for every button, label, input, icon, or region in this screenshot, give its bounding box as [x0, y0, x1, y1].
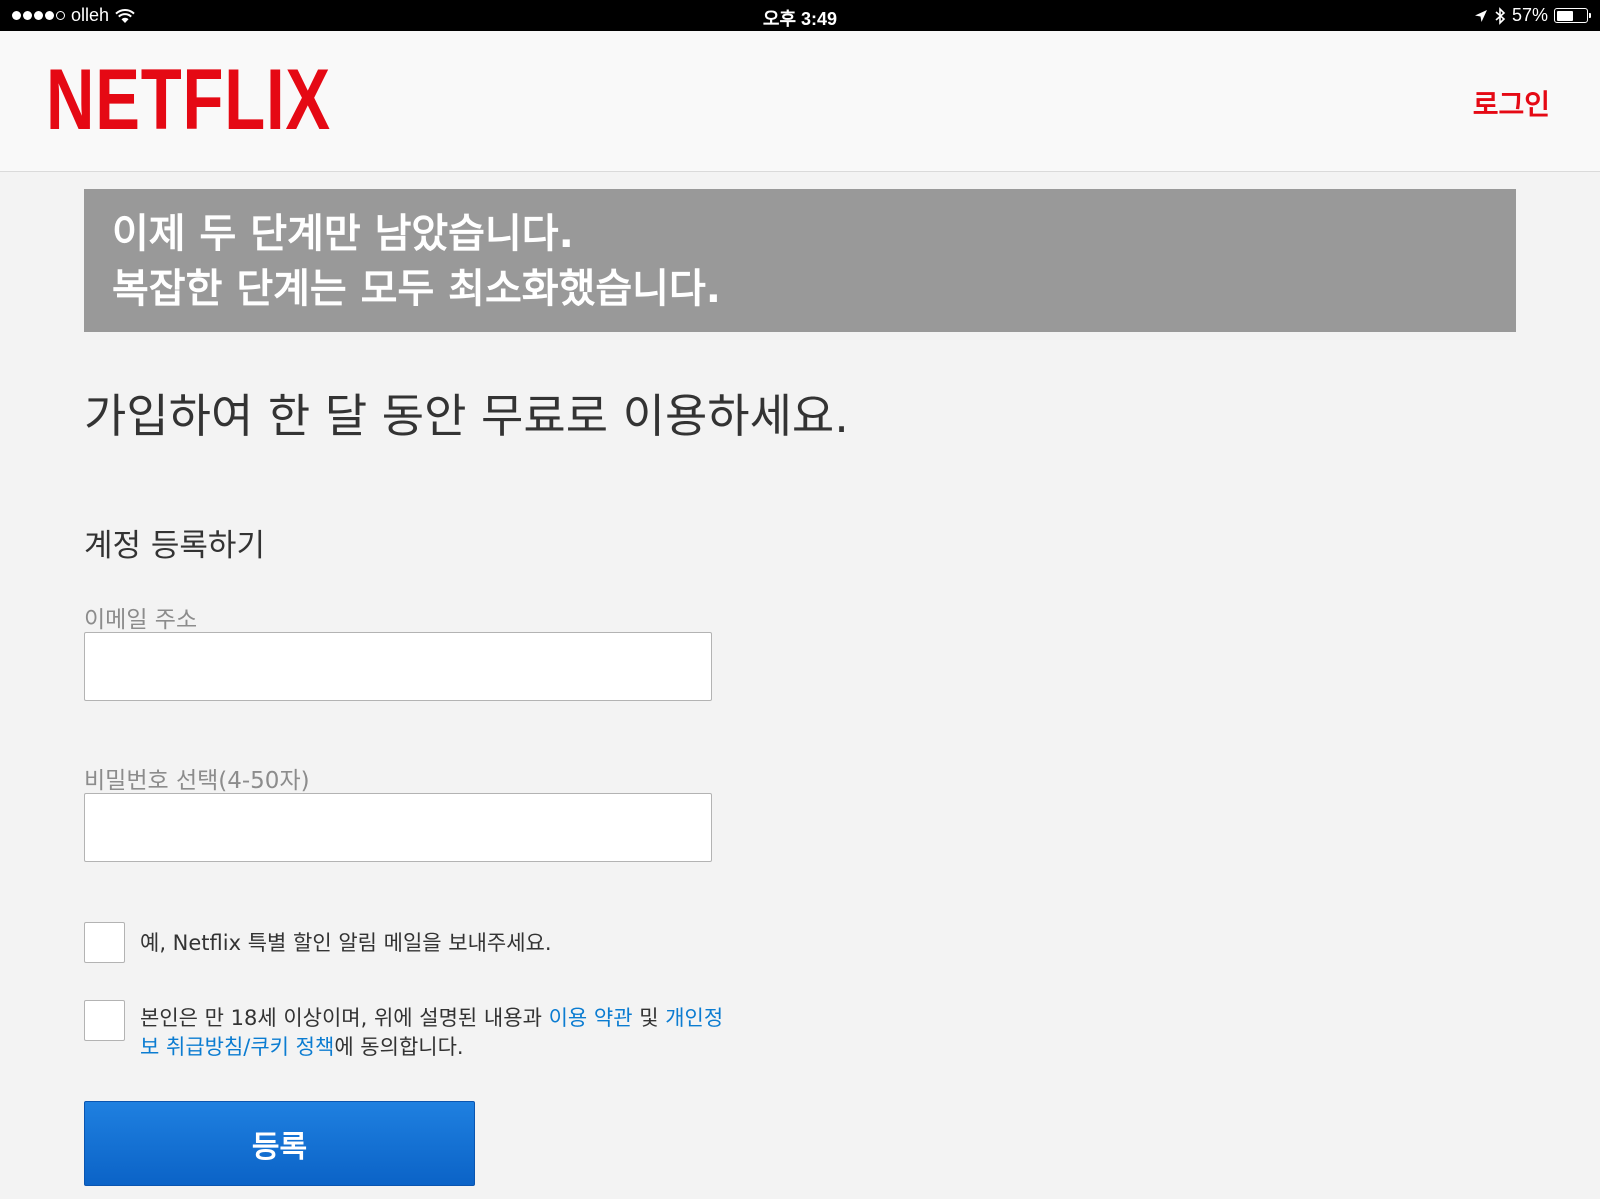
password-input[interactable]: [84, 793, 712, 862]
login-link[interactable]: 로그인: [1473, 83, 1550, 123]
status-time: 오후 3:49: [762, 9, 838, 29]
register-button[interactable]: 등록: [84, 1101, 475, 1186]
terms-of-use-link[interactable]: 이용 약관: [549, 1006, 633, 1030]
email-input[interactable]: [84, 632, 712, 701]
banner-line-2: 복잡한 단계는 모두 최소화했습니다.: [112, 266, 721, 312]
netflix-logo[interactable]: NETFLIX: [46, 57, 331, 143]
section-title: 계정 등록하기: [84, 528, 265, 564]
banner-line-1: 이제 두 단계만 남았습니다.: [112, 211, 574, 257]
terms-checkbox-label: 본인은 만 18세 이상이며, 위에 설명된 내용과 이용 약관 및 개인정보 …: [140, 1004, 730, 1062]
status-right: 57%: [1474, 5, 1591, 26]
battery-percent: 57%: [1511, 5, 1548, 25]
password-label: 비밀번호 선택(4-50자): [84, 768, 310, 794]
steps-banner: 이제 두 단계만 남았습니다. 복잡한 단계는 모두 최소화했습니다.: [84, 189, 1516, 332]
battery-icon: [1554, 8, 1591, 23]
terms-text-before: 본인은 만 18세 이상이며, 위에 설명된 내용과: [140, 1006, 549, 1030]
bluetooth-icon: [1495, 6, 1506, 25]
location-arrow-icon: [1474, 9, 1487, 22]
page-headline: 가입하여 한 달 동안 무료로 이용하세요.: [84, 389, 849, 443]
battery-level: [1556, 10, 1574, 21]
terms-text-after: 에 동의합니다.: [334, 1035, 464, 1059]
status-bar: olleh 오후 3:49 57%: [0, 0, 1600, 31]
marketing-checkbox-label: 예, Netflix 특별 할인 알림 메일을 보내주세요.: [140, 931, 552, 955]
terms-checkbox[interactable]: [84, 1000, 125, 1041]
terms-text-middle: 및: [632, 1006, 666, 1030]
marketing-checkbox[interactable]: [84, 922, 125, 963]
site-header: NETFLIX 로그인: [0, 31, 1600, 172]
email-label: 이메일 주소: [84, 607, 198, 633]
